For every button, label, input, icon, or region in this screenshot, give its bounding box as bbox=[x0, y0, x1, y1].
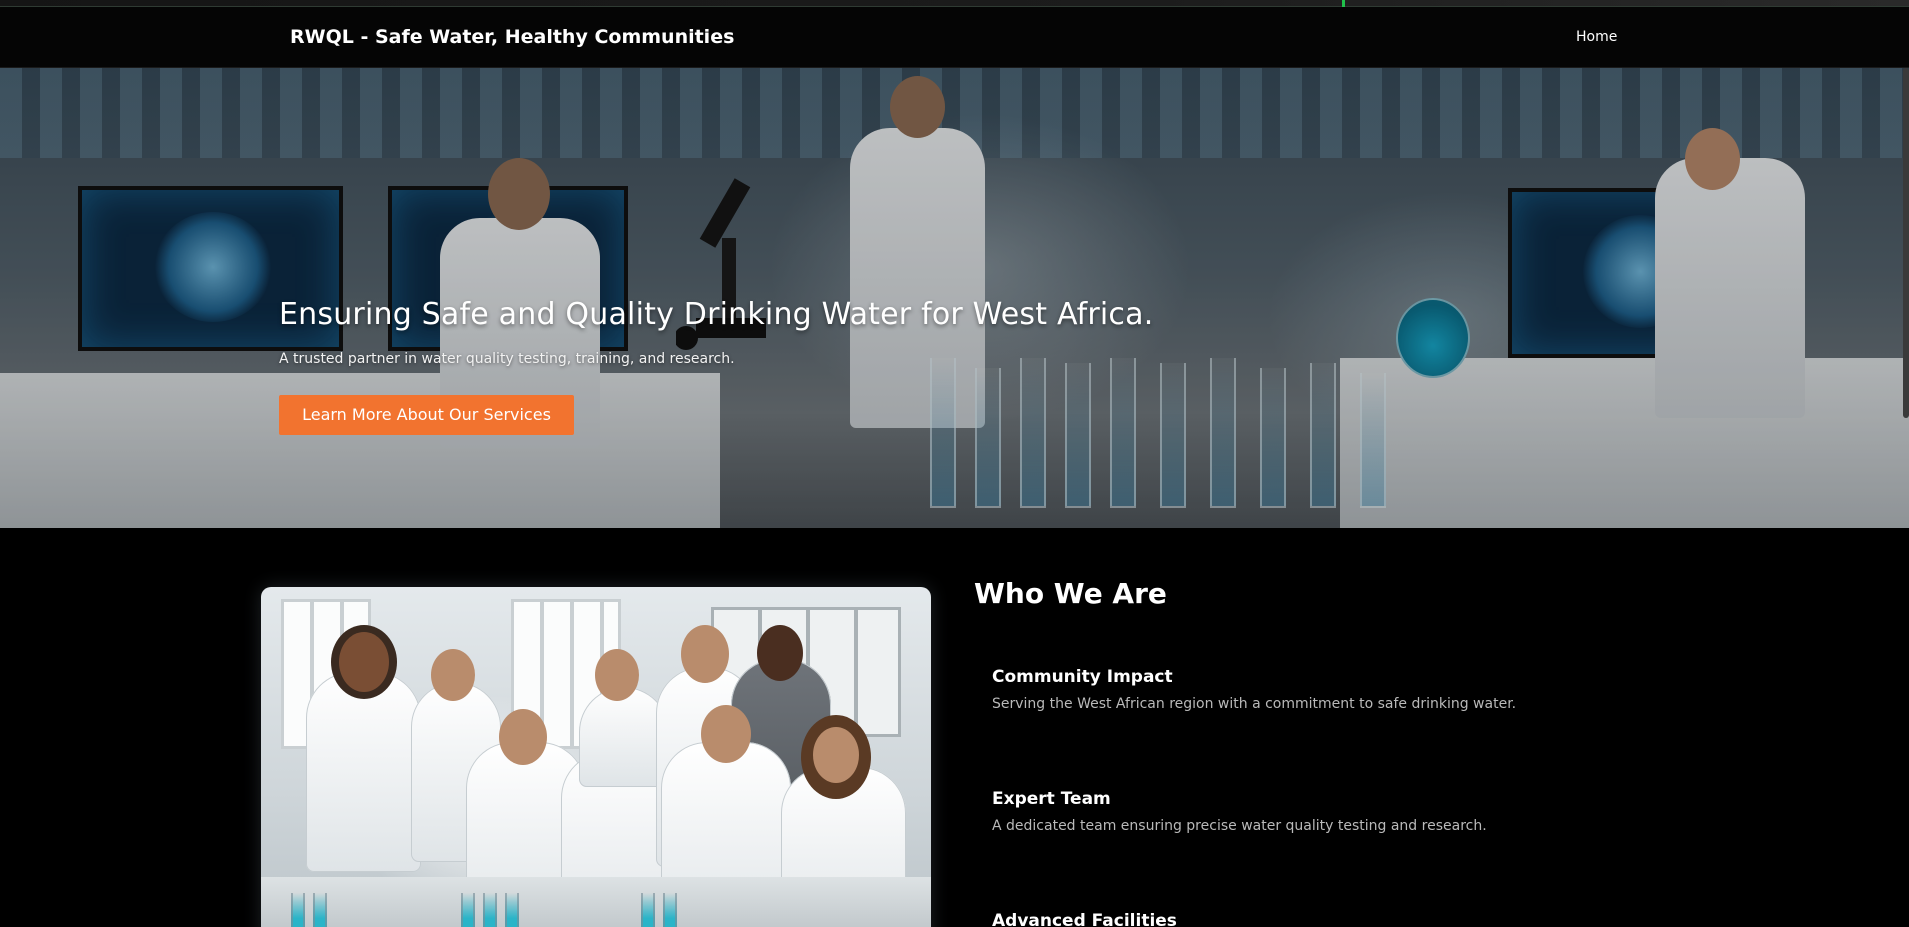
about-title: Who We Are bbox=[974, 577, 1167, 610]
team-photo bbox=[261, 587, 931, 927]
photo-scientist-face bbox=[595, 649, 639, 701]
photo-scientist-face bbox=[499, 709, 547, 765]
hero-subtitle: A trusted partner in water quality testi… bbox=[279, 351, 735, 367]
hero-section: Ensuring Safe and Quality Drinking Water… bbox=[0, 68, 1909, 528]
photo-vial bbox=[663, 893, 677, 927]
hero-content: Ensuring Safe and Quality Drinking Water… bbox=[279, 297, 1379, 435]
feature-text: Serving the West African region with a c… bbox=[992, 696, 1517, 712]
nav-home-link[interactable]: Home bbox=[1576, 29, 1617, 45]
photo-scientist bbox=[306, 672, 421, 872]
learn-more-button[interactable]: Learn More About Our Services bbox=[279, 395, 574, 435]
page-scrollbar[interactable] bbox=[1903, 68, 1909, 418]
top-strip bbox=[0, 0, 1909, 7]
photo-vial bbox=[483, 893, 497, 927]
feature-community-impact: Community Impact Serving the West Africa… bbox=[992, 667, 1592, 712]
brand-link[interactable]: RWQL - Safe Water, Healthy Communities bbox=[290, 26, 734, 48]
photo-vial bbox=[313, 893, 327, 927]
photo-scientist-face bbox=[701, 705, 751, 763]
feature-expert-team: Expert Team A dedicated team ensuring pr… bbox=[992, 789, 1592, 834]
photo-scientist-face bbox=[757, 625, 803, 681]
photo-scientist-face bbox=[339, 632, 389, 692]
feature-advanced-facilities: Advanced Facilities bbox=[992, 911, 1592, 927]
top-strip-accent bbox=[1342, 0, 1345, 7]
hero-title: Ensuring Safe and Quality Drinking Water… bbox=[279, 297, 1154, 332]
navbar: RWQL - Safe Water, Healthy Communities H… bbox=[0, 7, 1909, 68]
photo-scientist-face bbox=[681, 625, 729, 683]
feature-text: A dedicated team ensuring precise water … bbox=[992, 818, 1487, 834]
photo-scientist-face bbox=[813, 727, 859, 783]
photo-scientist-face bbox=[431, 649, 475, 701]
feature-title: Advanced Facilities bbox=[992, 911, 1177, 927]
photo-vial bbox=[641, 893, 655, 927]
photo-vial bbox=[291, 893, 305, 927]
photo-vial bbox=[505, 893, 519, 927]
page: RWQL - Safe Water, Healthy Communities H… bbox=[0, 0, 1909, 927]
feature-title: Expert Team bbox=[992, 789, 1111, 809]
photo-table bbox=[261, 877, 931, 927]
photo-vial bbox=[461, 893, 475, 927]
feature-title: Community Impact bbox=[992, 667, 1173, 687]
